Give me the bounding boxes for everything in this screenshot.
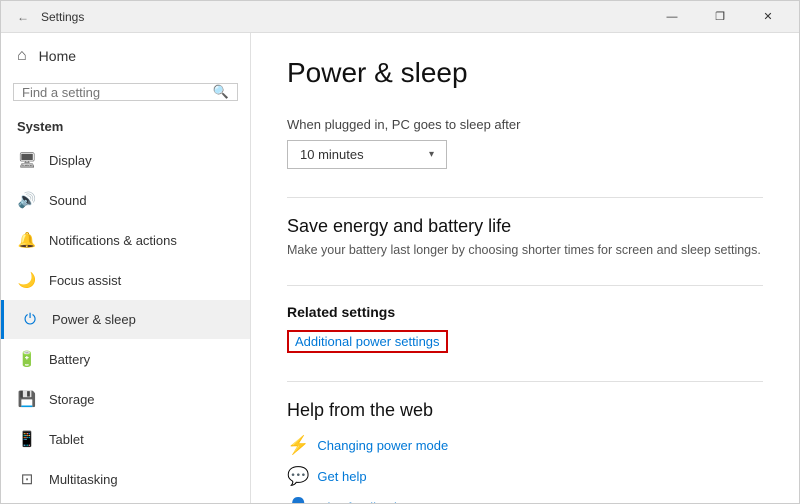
sidebar-item-display[interactable]: 🖥 Display: [1, 140, 250, 180]
settings-window: ← Settings — ❐ ✕ ⌂ Home 🔍 System �: [0, 0, 800, 504]
get-help-link[interactable]: Get help: [317, 469, 366, 484]
search-box: 🔍: [13, 83, 238, 101]
give-feedback-link[interactable]: Give feedback: [317, 500, 400, 503]
plugged-label: When plugged in, PC goes to sleep after: [287, 117, 763, 132]
sleep-section: When plugged in, PC goes to sleep after …: [287, 117, 763, 169]
save-energy-desc: Make your battery last longer by choosin…: [287, 243, 763, 257]
get-help-item: 💬 Get help: [287, 466, 763, 487]
give-feedback-item: 👤 Give feedback: [287, 497, 763, 503]
titlebar: ← Settings — ❐ ✕: [1, 1, 799, 33]
get-help-icon: 💬: [287, 466, 309, 487]
home-icon: ⌂: [17, 47, 27, 65]
divider-2: [287, 285, 763, 286]
dropdown-value: 10 minutes: [300, 147, 364, 162]
sidebar-label-notifications: Notifications & actions: [49, 233, 177, 248]
chevron-down-icon: ▾: [429, 149, 434, 160]
multitasking-icon: ⊡: [17, 470, 37, 488]
sidebar-label-battery: Battery: [49, 352, 90, 367]
minimize-button[interactable]: —: [649, 1, 695, 33]
notifications-icon: 🔔: [17, 231, 37, 249]
sidebar-item-focus[interactable]: 🌙 Focus assist: [1, 260, 250, 300]
focus-icon: 🌙: [17, 271, 37, 289]
save-energy-heading: Save energy and battery life: [287, 216, 763, 237]
sidebar-label-multitasking: Multitasking: [49, 472, 118, 487]
sidebar-home-label: Home: [39, 48, 76, 64]
sidebar-item-sound[interactable]: 🔊 Sound: [1, 180, 250, 220]
search-input[interactable]: [22, 85, 213, 100]
sidebar-item-tablet[interactable]: 📱 Tablet: [1, 419, 250, 459]
sidebar-label-focus: Focus assist: [49, 273, 121, 288]
changing-power-link[interactable]: Changing power mode: [317, 438, 448, 453]
sidebar-item-battery[interactable]: 🔋 Battery: [1, 339, 250, 379]
save-energy-section: Save energy and battery life Make your b…: [287, 216, 763, 257]
sidebar-label-power: Power & sleep: [52, 312, 136, 327]
divider-1: [287, 197, 763, 198]
titlebar-controls: — ❐ ✕: [649, 1, 791, 33]
main-panel: Power & sleep When plugged in, PC goes t…: [251, 33, 799, 503]
sound-icon: 🔊: [17, 191, 37, 209]
sidebar: ⌂ Home 🔍 System 🖥 Display 🔊 Sound 🔔 N: [1, 33, 251, 503]
additional-power-settings-link[interactable]: Additional power settings: [287, 330, 448, 353]
restore-button[interactable]: ❐: [697, 1, 743, 33]
sidebar-section-title: System: [1, 111, 250, 140]
battery-icon: 🔋: [17, 350, 37, 368]
related-settings-section: Related settings Additional power settin…: [287, 304, 763, 353]
tablet-icon: 📱: [17, 430, 37, 448]
page-title: Power & sleep: [287, 57, 763, 89]
sidebar-item-power[interactable]: ⏻ Power & sleep: [1, 300, 250, 339]
related-settings-heading: Related settings: [287, 304, 763, 320]
display-icon: 🖥: [17, 151, 37, 169]
sidebar-label-storage: Storage: [49, 392, 95, 407]
back-button[interactable]: ←: [9, 3, 37, 31]
sidebar-label-sound: Sound: [49, 193, 87, 208]
divider-3: [287, 381, 763, 382]
storage-icon: 💾: [17, 390, 37, 408]
sidebar-item-home[interactable]: ⌂ Home: [1, 33, 250, 79]
search-icon: 🔍: [213, 84, 229, 100]
sidebar-label-tablet: Tablet: [49, 432, 84, 447]
sidebar-item-notifications[interactable]: 🔔 Notifications & actions: [1, 220, 250, 260]
sidebar-item-storage[interactable]: 💾 Storage: [1, 379, 250, 419]
sidebar-item-multitasking[interactable]: ⊡ Multitasking: [1, 459, 250, 499]
sleep-dropdown[interactable]: 10 minutes ▾: [287, 140, 447, 169]
close-button[interactable]: ✕: [745, 1, 791, 33]
titlebar-title: Settings: [41, 10, 649, 24]
power-link-icon: ⚡: [287, 435, 309, 456]
content-area: ⌂ Home 🔍 System 🖥 Display 🔊 Sound 🔔 N: [1, 33, 799, 503]
help-section: Help from the web ⚡ Changing power mode …: [287, 400, 763, 503]
changing-power-item: ⚡ Changing power mode: [287, 435, 763, 456]
sidebar-label-display: Display: [49, 153, 92, 168]
help-heading: Help from the web: [287, 400, 763, 421]
give-feedback-icon: 👤: [287, 497, 309, 503]
power-icon: ⏻: [20, 311, 40, 328]
